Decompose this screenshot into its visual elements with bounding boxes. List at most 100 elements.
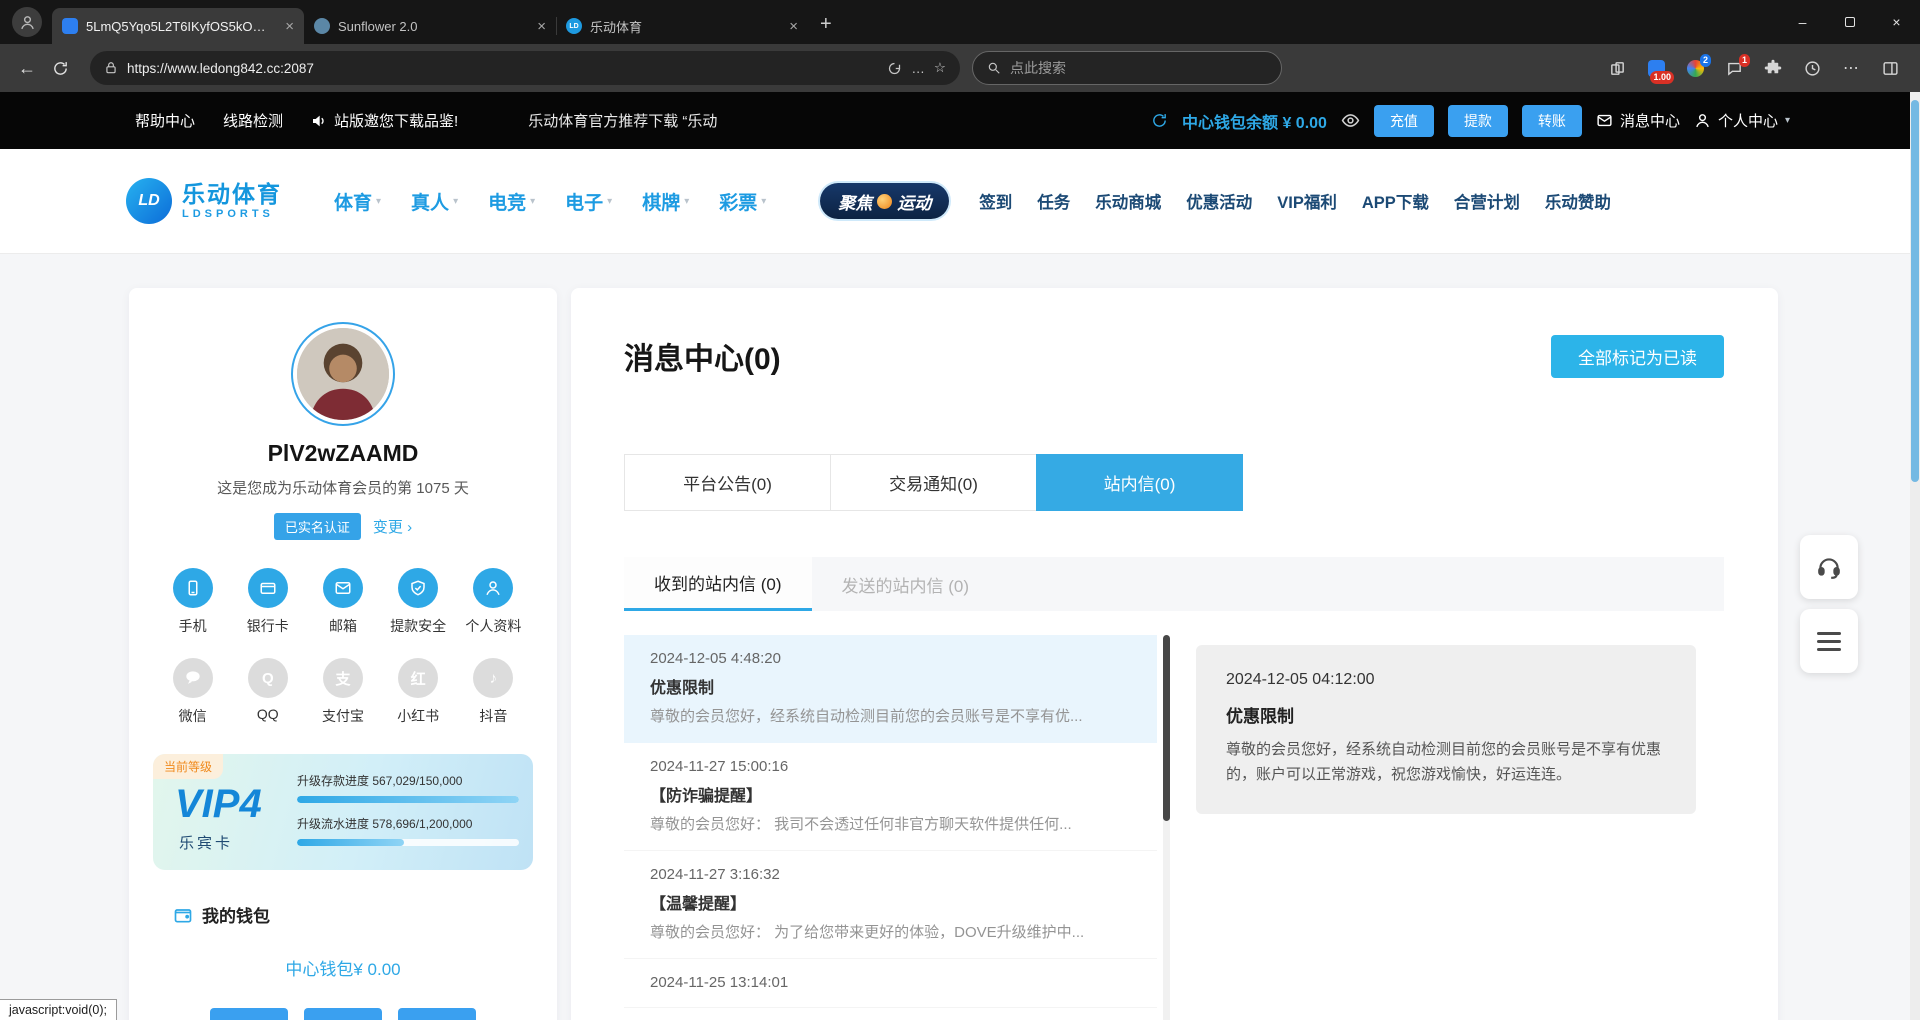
message-item[interactable]: 2024-11-27 3:16:32 【温馨提醒】 尊敬的会员您好： 为了给您带… <box>624 851 1157 959</box>
new-tab-button[interactable]: + <box>820 13 832 36</box>
wechat-icon <box>173 658 213 698</box>
change-label: 变更 <box>373 519 403 536</box>
close-window-button[interactable]: × <box>1873 0 1920 44</box>
turnover-progress-label: 升级流水进度 578,696/1,200,000 <box>297 815 519 832</box>
douyin-label: 抖音 <box>479 706 507 726</box>
turnover-progress-bar <box>297 839 519 846</box>
back-button[interactable]: ← <box>14 58 40 79</box>
line-check-link[interactable]: 线路检测 <box>223 110 283 131</box>
message-center-link[interactable]: 消息中心 <box>1596 110 1680 131</box>
nav-menu-sports[interactable]: 体育▾ <box>334 188 381 215</box>
favorite-star-icon[interactable]: ☆ <box>934 60 946 76</box>
email-binding[interactable]: 邮箱 <box>305 568 380 636</box>
tab-site-mail[interactable]: 站内信(0) <box>1036 454 1243 511</box>
nav-link-vip[interactable]: VIP福利 <box>1277 189 1337 213</box>
nav-link-mall[interactable]: 乐动商城 <box>1095 189 1161 213</box>
site-info-lock-icon[interactable] <box>104 61 118 75</box>
douyin-binding[interactable]: ♪ 抖音 <box>456 658 531 726</box>
deposit-button[interactable]: 充值 <box>1374 105 1434 137</box>
phone-binding[interactable]: 手机 <box>155 568 230 636</box>
nav-menu-chess[interactable]: 棋牌▾ <box>642 188 689 215</box>
nav-link-sponsor[interactable]: 乐动赞助 <box>1545 189 1611 213</box>
detail-body: 尊敬的会员您好，经系统自动检测目前您的会员账号是不享有优惠的，账户可以正常游戏，… <box>1226 738 1666 788</box>
xiaohongshu-binding[interactable]: 红 小红书 <box>381 658 456 726</box>
mail-icon <box>323 568 363 608</box>
announcement-text: 站版邀您下载品鉴! <box>334 110 458 131</box>
profile-extension-icon[interactable]: 2 <box>1679 52 1711 84</box>
split-screen-icon[interactable] <box>1601 52 1633 84</box>
nav-menu-lottery[interactable]: 彩票▾ <box>719 188 766 215</box>
transfer-button[interactable]: 转账 <box>1522 105 1582 137</box>
quick-menu-button[interactable] <box>1800 609 1858 673</box>
nav-link-app-download[interactable]: APP下载 <box>1362 189 1429 213</box>
avatar[interactable] <box>291 322 395 426</box>
tab-2[interactable]: Sunflower 2.0 × <box>304 8 556 44</box>
tab-2-close-icon[interactable]: × <box>537 19 546 34</box>
xiaohongshu-label: 小红书 <box>397 706 439 726</box>
shopping-extension-icon[interactable]: 1.00 <box>1640 52 1672 84</box>
scrollbar-thumb[interactable] <box>1163 635 1170 821</box>
alipay-binding[interactable]: 支 支付宝 <box>305 658 380 726</box>
message-item[interactable]: 2024-11-25 13:14:01 <box>624 959 1157 1008</box>
nav-menu-esports[interactable]: 电竞▾ <box>488 188 535 215</box>
page-scrollbar[interactable] <box>1910 92 1920 1020</box>
nav-link-checkin[interactable]: 签到 <box>979 189 1012 213</box>
customer-service-button[interactable] <box>1800 535 1858 599</box>
qq-binding[interactable]: Q QQ <box>230 658 305 726</box>
subtab-received-mail[interactable]: 收到的站内信 (0) <box>624 557 812 611</box>
change-link[interactable]: 变更 › <box>373 516 412 537</box>
eye-icon[interactable] <box>1341 111 1360 130</box>
nav-link-partnership[interactable]: 合营计划 <box>1454 189 1520 213</box>
message-time: 2024-11-25 13:14:01 <box>650 974 1131 991</box>
vip-level-card[interactable]: 当前等级 VIP4 乐宾卡 升级存款进度 567,029/150,000 升级流… <box>153 754 533 870</box>
nav-link-promotions[interactable]: 优惠活动 <box>1186 189 1252 213</box>
wallet-withdraw-button[interactable]: 提款 <box>304 1008 382 1020</box>
mark-all-read-button[interactable]: 全部标记为已读 <box>1551 335 1724 378</box>
copilot-sidebar-icon[interactable] <box>1874 52 1906 84</box>
personal-center-link[interactable]: 个人中心 ▾ <box>1694 110 1790 131</box>
browser-profile-icon[interactable] <box>12 7 42 37</box>
wechat-binding[interactable]: 微信 <box>155 658 230 726</box>
site-logo[interactable]: LD 乐动体育 LDSPORTS <box>126 178 282 224</box>
tab-3[interactable]: LD 乐动体育 × <box>556 8 808 44</box>
quick-search-box[interactable]: 点此搜索 <box>972 51 1282 85</box>
extensions-puzzle-icon[interactable] <box>1757 52 1789 84</box>
wallet-deposit-button[interactable]: 充值 <box>210 1008 288 1020</box>
settings-more-icon[interactable]: ⋯ <box>1835 52 1867 84</box>
refresh-button[interactable] <box>52 60 78 77</box>
page-scrollbar-thumb[interactable] <box>1911 100 1919 482</box>
wechat-label: 微信 <box>179 706 207 726</box>
nav-menu-slots[interactable]: 电子▾ <box>565 188 612 215</box>
url-text[interactable]: https://www.ledong842.cc:2087 <box>127 61 878 76</box>
history-icon[interactable] <box>1796 52 1828 84</box>
announcement-link[interactable]: 站版邀您下载品鉴! <box>311 110 458 131</box>
maximize-button[interactable] <box>1826 0 1873 44</box>
subtab-sent-mail[interactable]: 发送的站内信 (0) <box>812 557 1000 611</box>
focus-sports-banner[interactable]: 聚焦 运动 <box>820 183 949 219</box>
message-item[interactable]: 2024-11-27 15:00:16 【防诈骗提醒】 尊敬的会员您好： 我司不… <box>624 743 1157 851</box>
bank-card-binding[interactable]: 银行卡 <box>230 568 305 636</box>
help-center-link[interactable]: 帮助中心 <box>135 110 195 131</box>
tab-1[interactable]: 5LmQ5Yqo5L2T6IKyfOS5kOWKqQ × <box>52 8 304 44</box>
tab-1-close-icon[interactable]: × <box>285 19 294 34</box>
nav-links: 签到 任务 乐动商城 优惠活动 VIP福利 APP下载 合营计划 乐动赞助 <box>979 189 1611 213</box>
minimize-button[interactable]: – <box>1779 0 1826 44</box>
tab-transaction-notices[interactable]: 交易通知(0) <box>830 454 1037 511</box>
message-list-scrollbar[interactable] <box>1163 635 1170 1020</box>
my-wallet-header: 我的钱包 <box>173 902 557 927</box>
translate-icon[interactable] <box>887 61 902 76</box>
personal-info[interactable]: 个人资料 <box>456 568 531 636</box>
tab-platform-announcements[interactable]: 平台公告(0) <box>624 454 831 511</box>
nav-link-tasks[interactable]: 任务 <box>1037 189 1070 213</box>
logo-subtitle: LDSPORTS <box>182 208 282 220</box>
address-bar[interactable]: https://www.ledong842.cc:2087 … ☆ <box>90 51 960 85</box>
more-circle-icon[interactable]: … <box>911 61 925 76</box>
withdraw-button[interactable]: 提款 <box>1448 105 1508 137</box>
message-item[interactable]: 2024-12-05 4:48:20 优惠限制 尊敬的会员您好，经系统自动检测目… <box>624 635 1157 743</box>
wallet-refresh-icon[interactable] <box>1151 112 1168 129</box>
tab-3-close-icon[interactable]: × <box>789 19 798 34</box>
chat-extension-icon[interactable]: 1 <box>1718 52 1750 84</box>
wallet-transfer-button[interactable]: 转账 <box>398 1008 476 1020</box>
withdraw-security[interactable]: 提款安全 <box>381 568 456 636</box>
nav-menu-live[interactable]: 真人▾ <box>411 188 458 215</box>
